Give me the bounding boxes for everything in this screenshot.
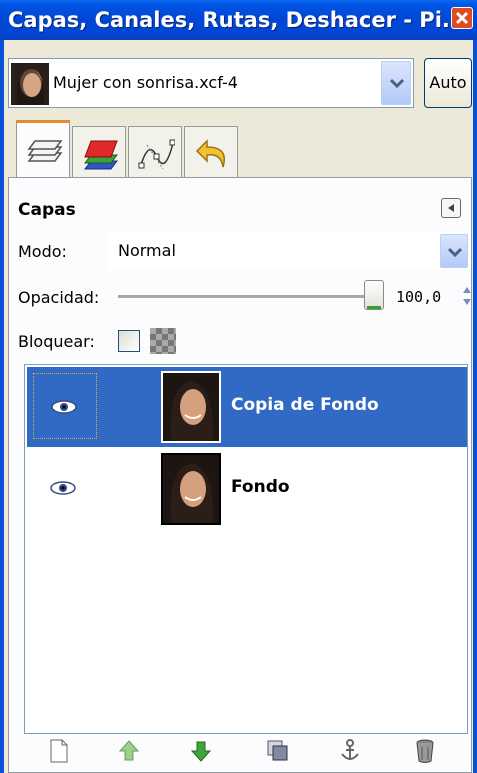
lock-label: Bloquear: <box>18 332 95 351</box>
eye-icon <box>50 481 76 495</box>
chevron-down-icon <box>448 247 462 258</box>
opacity-spin-button[interactable] <box>460 283 474 309</box>
visibility-toggle[interactable] <box>33 455 97 521</box>
lock-alpha-icon[interactable] <box>150 328 176 354</box>
auto-button[interactable]: Auto <box>424 58 472 108</box>
image-dropdown-button[interactable] <box>381 61 411 105</box>
lock-pixels-checkbox[interactable] <box>118 330 140 352</box>
delete-layer-icon <box>416 739 434 763</box>
portrait-thumbnail-icon <box>163 455 219 523</box>
layer-row[interactable]: Copia de Fondo <box>27 367 467 447</box>
panel-menu-button[interactable] <box>441 198 461 218</box>
opacity-slider-handle[interactable] <box>364 280 384 310</box>
window-frame-left <box>0 40 4 773</box>
raise-layer-icon <box>118 740 140 761</box>
chevron-down-icon <box>390 78 404 89</box>
layers-icon <box>27 140 63 162</box>
lower-layer-icon <box>190 741 212 762</box>
channels-icon <box>84 140 118 170</box>
spin-arrows-icon <box>463 287 471 305</box>
layer-thumbnail <box>161 371 221 443</box>
layer-thumbnail <box>161 453 221 525</box>
portrait-thumbnail-icon <box>163 373 219 441</box>
opacity-slider-track[interactable] <box>118 295 376 299</box>
duplicate-layer-button[interactable] <box>266 738 296 768</box>
visibility-toggle[interactable] <box>33 373 97 439</box>
layers-list: Copia de Fondo Fondo <box>24 364 468 734</box>
title-bar[interactable]: Capas, Canales, Rutas, Deshacer - Pi... <box>0 0 477 40</box>
panel-title: Capas <box>18 200 76 220</box>
paths-icon <box>138 139 175 170</box>
duplicate-layer-icon <box>267 740 288 761</box>
mode-value: Normal <box>118 241 176 260</box>
tab-channels[interactable] <box>72 126 126 178</box>
mode-label: Modo: <box>18 242 67 261</box>
layer-row[interactable]: Fondo <box>27 449 467 529</box>
anchor-layer-button[interactable] <box>338 738 368 768</box>
image-name: Mujer con sonrisa.xcf-4 <box>53 73 238 92</box>
mode-dropdown-button[interactable] <box>440 234 468 268</box>
triangle-left-icon <box>448 204 454 212</box>
layers-toolbar <box>30 736 470 770</box>
layer-name[interactable]: Copia de Fondo <box>231 395 379 415</box>
undo-icon <box>195 139 225 168</box>
lower-layer-button[interactable] <box>190 738 220 768</box>
opacity-label: Opacidad: <box>18 288 100 307</box>
new-layer-button[interactable] <box>48 738 78 768</box>
image-thumbnail <box>11 63 49 105</box>
anchor-layer-icon <box>341 739 359 760</box>
layers-dialog-window: Capas, Canales, Rutas, Deshacer - Pi... … <box>0 0 477 773</box>
dock-tabs <box>16 120 476 178</box>
close-icon <box>455 11 469 25</box>
mode-select[interactable]: Normal <box>108 232 470 270</box>
delete-layer-button[interactable] <box>414 738 444 768</box>
tab-paths[interactable] <box>128 126 182 178</box>
window-title: Capas, Canales, Rutas, Deshacer - Pi... <box>8 8 466 32</box>
tab-undo[interactable] <box>184 126 238 178</box>
close-button[interactable] <box>451 7 473 29</box>
eye-icon <box>51 400 77 414</box>
raise-layer-button[interactable] <box>118 738 148 768</box>
layer-name[interactable]: Fondo <box>231 477 290 497</box>
new-layer-icon <box>50 739 68 763</box>
portrait-thumbnail-icon <box>11 63 49 105</box>
tab-layers[interactable] <box>16 120 70 178</box>
opacity-value[interactable]: 100,0 <box>396 288 441 306</box>
image-selector[interactable]: Mujer con sonrisa.xcf-4 <box>8 58 414 108</box>
